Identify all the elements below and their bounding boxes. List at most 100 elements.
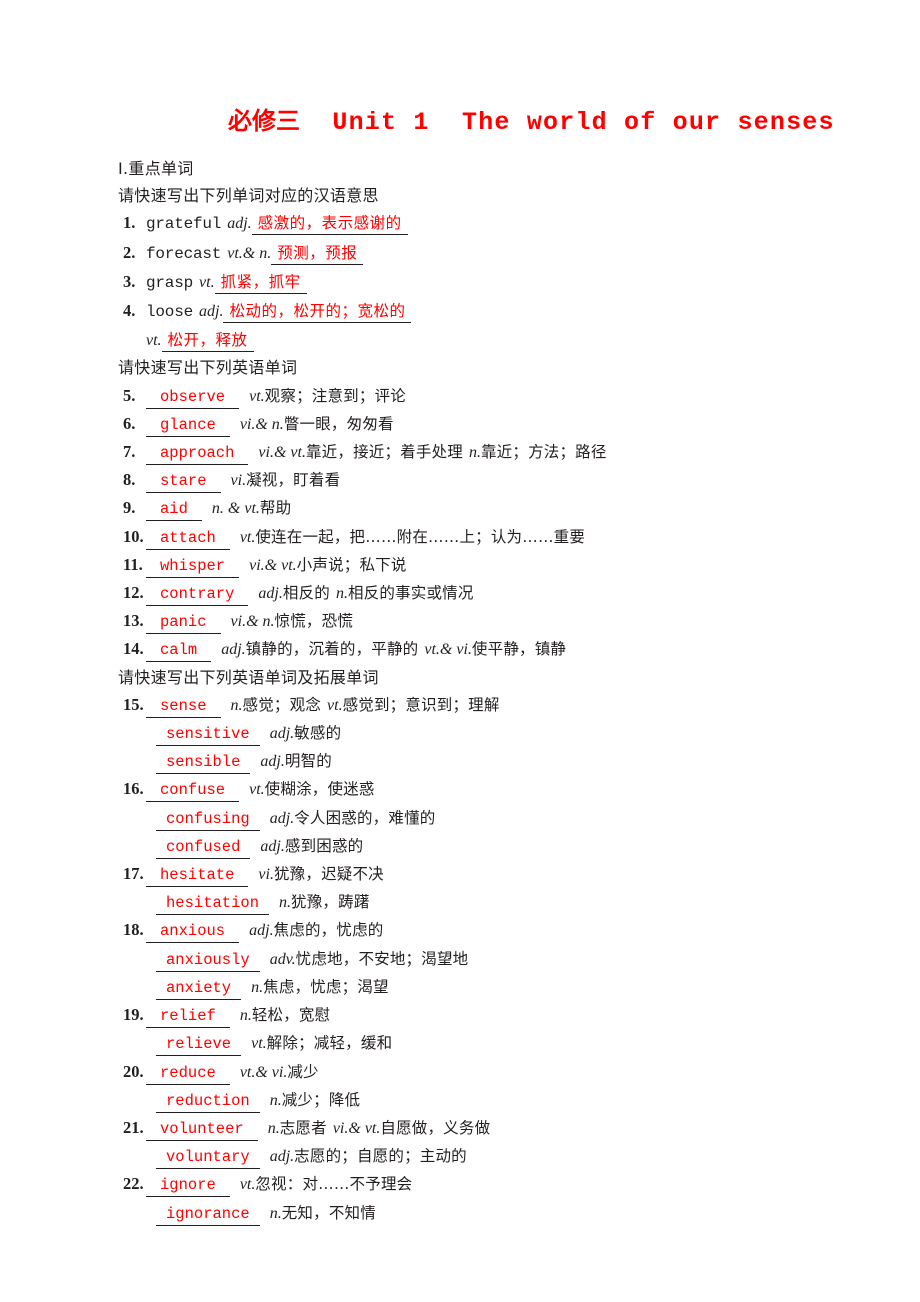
vocab-row: 8. stare vi.凝视，盯着看 <box>118 466 818 494</box>
item-number: 9. <box>123 498 136 518</box>
answer-blank[interactable]: confusing <box>156 809 260 831</box>
vocab-row: 17. hesitate vi.犹豫，迟疑不决 <box>118 860 818 888</box>
item-number: 10. <box>123 526 144 546</box>
answer-blank[interactable]: panic <box>146 612 221 635</box>
chinese-gloss: 减少 <box>287 1062 319 1081</box>
item-number: 3. <box>123 271 136 291</box>
part-of-speech: adj. <box>249 922 274 940</box>
item-number: 21. <box>123 1117 144 1137</box>
part-of-speech: n. & vt. <box>211 500 260 518</box>
answer-blank[interactable]: volunteer <box>146 1119 258 1141</box>
part-of-speech-secondary: vt. <box>327 696 343 714</box>
part-of-speech: vi. <box>230 472 247 490</box>
group-word-family: 15.sensen.感觉；观念vt.感觉到；意识到；理解00.sensitive… <box>118 691 818 1227</box>
answer-blank[interactable]: 抓紧，抓牢 <box>214 272 307 294</box>
answer-blank[interactable]: hesitation <box>156 893 270 916</box>
part-of-speech: vt.& vi. <box>239 1063 288 1081</box>
part-of-speech: vi.& n. <box>239 415 284 433</box>
chinese-gloss-secondary: 相反的事实或情况 <box>347 584 474 603</box>
answer-blank[interactable]: whisper <box>146 556 240 578</box>
answer-blank[interactable]: voluntary <box>156 1147 260 1170</box>
vocab-row: 00.sensibleadj.明智的 <box>118 747 818 775</box>
item-number: 4. <box>123 301 136 321</box>
chinese-gloss: 犹豫，踌躇 <box>291 893 370 912</box>
answer-blank[interactable]: glance <box>146 415 230 437</box>
vocab-row: 00.confusingadj.令人困惑的，难懂的 <box>118 804 818 832</box>
answer-blank[interactable]: ignorance <box>156 1204 260 1226</box>
answer-blank[interactable]: 松开，释放 <box>161 330 254 353</box>
answer-blank[interactable]: calm <box>146 640 212 663</box>
part-of-speech: n. <box>251 978 264 996</box>
item-number: 7. <box>123 442 136 462</box>
answer-blank[interactable]: approach <box>146 443 249 466</box>
answer-blank[interactable]: observe <box>146 387 240 409</box>
answer-blank[interactable]: stare <box>146 471 221 494</box>
answer-blank[interactable]: ignore <box>146 1175 230 1198</box>
answer-blank[interactable]: relieve <box>156 1034 242 1057</box>
part-of-speech: vt. <box>239 1176 256 1194</box>
answer-blank[interactable]: sensible <box>156 752 251 775</box>
chinese-gloss: 瞥一眼，匆匆看 <box>283 414 394 433</box>
answer-blank[interactable]: 预测，预报 <box>271 243 364 265</box>
answer-blank[interactable]: 感激的，表示感谢的 <box>251 213 408 236</box>
answer-blank[interactable]: sensitive <box>156 724 260 747</box>
answer-blank[interactable]: confuse <box>146 780 240 803</box>
vocab-row: 15. sense n.感觉；观念 vt.感觉到；意识到；理解 <box>118 691 818 719</box>
vocab-row: 5. observe vt.观察；注意到；评论 <box>118 382 818 410</box>
answer-blank[interactable]: 松动的，松开的；宽松的 <box>223 301 412 324</box>
part-of-speech: adj. <box>227 215 252 233</box>
part-of-speech: vi.& vt. <box>249 556 297 574</box>
vocab-row: 00.anxietyn.焦虑，忧虑；渴望 <box>118 973 818 1001</box>
part-of-speech: vt. <box>239 528 256 546</box>
part-of-speech: vi.& n. <box>230 613 275 631</box>
answer-blank[interactable]: attach <box>146 528 230 550</box>
vocab-row: 10. attach vt.使连在一起，把……附在……上；认为……重要 <box>118 523 818 551</box>
headword: grasp <box>146 273 194 292</box>
chinese-gloss: 感到困惑的 <box>284 836 364 855</box>
answer-blank[interactable]: confused <box>156 837 251 859</box>
vocab-row: 9. aid n. & vt.帮助 <box>118 494 818 522</box>
chinese-gloss-secondary: 使平静，镇静 <box>471 640 567 659</box>
part-of-speech: vi.& vt. <box>258 444 306 462</box>
chinese-gloss: 使连在一起，把……附在……上；认为……重要 <box>255 527 586 546</box>
headword: loose <box>146 303 194 322</box>
part-of-speech: vt. <box>146 332 162 350</box>
part-of-speech-secondary: vt.& vi. <box>424 641 472 659</box>
answer-blank[interactable]: reduction <box>156 1091 260 1113</box>
part-of-speech: vi. <box>258 866 274 884</box>
answer-blank[interactable]: anxiety <box>156 978 242 1000</box>
vocab-row: 00.relievevt.解除；减轻，缓和 <box>118 1029 818 1057</box>
part-of-speech: vt. <box>199 273 215 291</box>
item-number: 13. <box>123 611 144 631</box>
answer-blank[interactable]: anxiously <box>156 950 260 972</box>
chinese-gloss: 焦虑，忧虑；渴望 <box>263 977 389 996</box>
item-number: 18. <box>123 920 144 940</box>
vocab-row: 11. whisper vi.& vt.小声说；私下说 <box>118 551 818 579</box>
part-of-speech: n. <box>279 894 292 912</box>
chinese-gloss: 无知，不知情 <box>281 1203 376 1222</box>
vocab-row: 13. panic vi.& n.惊慌，恐慌 <box>118 607 818 635</box>
part-of-speech: vt. <box>249 387 265 405</box>
vocab-row: 00.voluntaryadj.志愿的；自愿的；主动的 <box>118 1142 818 1170</box>
chinese-gloss: 志愿的；自愿的；主动的 <box>294 1147 467 1166</box>
vocab-row: 00.anxiouslyadv.忧虑地，不安地；渴望地 <box>118 945 818 973</box>
chinese-gloss: 减少；降低 <box>281 1090 361 1109</box>
chinese-gloss-secondary: 靠近；方法；路径 <box>480 443 607 462</box>
vocab-row: 12. contrary adj.相反的 n.相反的事实或情况 <box>118 579 818 607</box>
item-number: 14. <box>123 639 144 659</box>
answer-blank[interactable]: reduce <box>146 1063 230 1085</box>
vocab-row: 00.confusedadj.感到困惑的 <box>118 832 818 860</box>
page-title-english: Unit 1 The world of our senses <box>332 108 835 137</box>
answer-blank[interactable]: sense <box>146 696 221 718</box>
part-of-speech-secondary: vi.& vt. <box>332 1119 381 1137</box>
part-of-speech: adj. <box>258 585 283 603</box>
page-title-chinese: 必修三 <box>228 107 300 135</box>
answer-blank[interactable]: aid <box>146 499 202 522</box>
answer-blank[interactable]: hesitate <box>146 865 249 888</box>
vocab-row: 00.ignorancen.无知，不知情 <box>118 1199 818 1227</box>
answer-blank[interactable]: relief <box>146 1006 230 1029</box>
answer-blank[interactable]: anxious <box>146 921 240 944</box>
part-of-speech-secondary: n. <box>335 585 348 603</box>
answer-blank[interactable]: contrary <box>146 584 249 607</box>
part-of-speech-secondary: n. <box>468 444 481 462</box>
